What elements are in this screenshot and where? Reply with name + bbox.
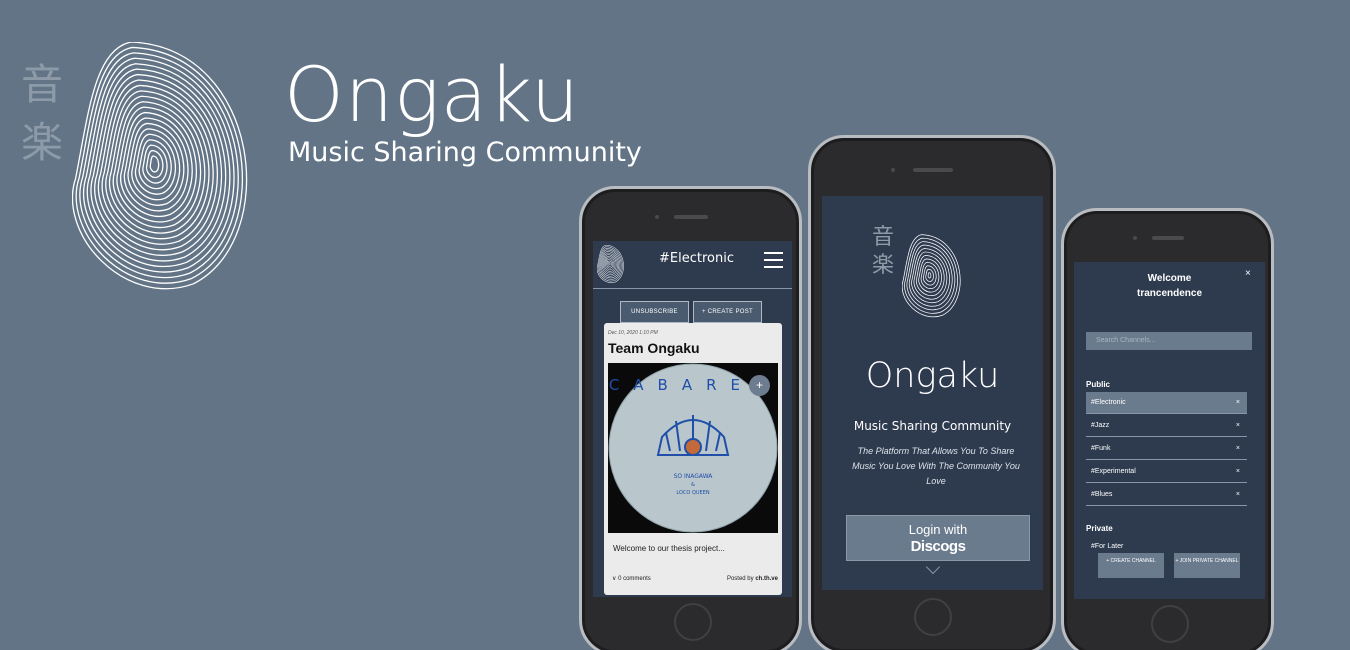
logo-ring (915, 255, 945, 297)
close-icon[interactable]: × (1245, 268, 1251, 279)
album-cover[interactable]: CABARET SO INAGAWA & LOCO QUEEN + (608, 363, 778, 533)
welcome-label: Welcome (1147, 273, 1192, 284)
channel-name: #Experimental (1091, 468, 1136, 475)
kanji-on: 音 (872, 225, 895, 250)
public-heading: Public (1086, 380, 1111, 389)
feed-header: #Electronic (593, 241, 792, 289)
phone-login: 音 楽 Ongaku Music Sharing Community The P… (808, 135, 1056, 650)
private-heading: Private (1086, 524, 1113, 533)
camera-dot (891, 168, 895, 172)
channel-item-electronic[interactable]: #Electronic × (1086, 392, 1247, 414)
speaker-grille (913, 168, 953, 172)
home-button (1151, 605, 1189, 643)
remove-icon[interactable]: × (1236, 491, 1240, 498)
welcome-heading: Welcome trancendence (1074, 271, 1265, 301)
search-channels-input[interactable]: Search Channels... (1086, 332, 1252, 350)
phone-menu: Welcome trancendence × Search Channels..… (1061, 208, 1274, 650)
username: trancendence (1136, 288, 1203, 299)
camera-dot (1133, 236, 1137, 240)
logo-ring (134, 133, 177, 195)
unsubscribe-button[interactable]: UNSUBSCRIBE (620, 301, 689, 323)
private-channel-item[interactable]: #For Later (1091, 543, 1123, 550)
login-title: Ongaku (865, 356, 1000, 396)
album-artist-2: LOCO QUEEN (676, 490, 709, 496)
channel-item-funk[interactable]: #Funk × (1086, 438, 1247, 460)
remove-icon[interactable]: × (1236, 445, 1240, 452)
hero-kanji: 音 楽 (18, 56, 66, 172)
ongaku-logo-icon[interactable] (597, 245, 629, 283)
album-artist: SO INAGAWA (674, 473, 714, 480)
logo-ring (119, 111, 193, 217)
remove-icon[interactable]: × (1236, 422, 1240, 429)
logo-ring (145, 149, 164, 179)
comments-count: 0 comments (618, 576, 651, 582)
post-text: Welcome to our thesis project... (613, 544, 725, 553)
posted-by-user[interactable]: ch.th.ve (755, 576, 778, 582)
hero-title: Ongaku (284, 50, 581, 139)
logo-ring (925, 268, 934, 282)
login-discogs-button[interactable]: Login with Discogs (846, 515, 1030, 561)
ongaku-logo-icon (902, 234, 961, 318)
phone-feed: #Electronic UNSUBSCRIBE + CREATE POST De… (579, 186, 802, 650)
login-kanji: 音 楽 (872, 224, 900, 280)
feed-screen: #Electronic UNSUBSCRIBE + CREATE POST De… (593, 241, 792, 597)
channel-title: #Electronic (659, 251, 734, 266)
post-date: Dec 10, 2020 1:10 PM (608, 330, 658, 336)
speaker-grille (1152, 236, 1184, 240)
chevron-down-icon[interactable] (925, 559, 941, 575)
channel-item-experimental[interactable]: #Experimental × (1086, 461, 1247, 483)
logo-ring (607, 260, 612, 267)
chevron-down-icon: ∨ (612, 576, 617, 582)
create-channel-button[interactable]: + CREATE CHANNEL (1098, 553, 1164, 578)
posted-by-label: Posted by (726, 576, 754, 582)
logo-ring (149, 155, 160, 173)
login-tagline: The Platform That Allows You To Share Mu… (852, 446, 1020, 486)
menu-screen: Welcome trancendence × Search Channels..… (1074, 262, 1265, 599)
menu-icon[interactable] (764, 252, 784, 268)
post-author: Team Ongaku (608, 340, 700, 356)
remove-icon[interactable]: × (1236, 468, 1240, 475)
ongaku-logo-icon (72, 42, 248, 290)
login-subtitle: Music Sharing Community (853, 419, 1012, 433)
channel-item-blues[interactable]: #Blues × (1086, 484, 1247, 506)
create-post-button[interactable]: + CREATE POST (693, 301, 762, 323)
logo-ring (927, 272, 932, 279)
logo-ring (923, 265, 937, 286)
kanji-on: 音 (20, 60, 63, 109)
remove-icon[interactable]: × (1236, 399, 1240, 406)
kanji-gaku: 楽 (20, 118, 63, 167)
channel-name: #Jazz (1091, 422, 1110, 429)
channel-name: #Blues (1091, 491, 1113, 498)
home-button (674, 603, 712, 641)
channel-item-jazz[interactable]: #Jazz × (1086, 415, 1247, 437)
comments-toggle[interactable]: ∨ 0 comments (612, 575, 651, 582)
login-screen: 音 楽 Ongaku Music Sharing Community The P… (822, 196, 1043, 590)
logo-ring (608, 262, 611, 266)
album-and: & (691, 482, 695, 488)
add-icon[interactable]: + (749, 375, 770, 396)
camera-dot (655, 215, 659, 219)
posted-by: Posted by ch.th.ve (727, 576, 778, 582)
hero-subtitle: Music Sharing Community (288, 137, 642, 168)
post-card[interactable]: Dec 10, 2020 1:10 PM Team Ongaku CABARET… (604, 323, 782, 595)
login-label: Login with (908, 522, 968, 537)
channel-name: #Funk (1091, 445, 1111, 452)
home-button (914, 598, 952, 636)
channel-name: #Electronic (1091, 399, 1126, 406)
join-private-channel-button[interactable]: + JOIN PRIVATE CHANNEL (1174, 553, 1240, 578)
speaker-grille (674, 215, 708, 219)
kanji-gaku: 楽 (872, 253, 895, 278)
discogs-logo: Discogs (910, 538, 966, 555)
logo-ring (918, 258, 942, 293)
